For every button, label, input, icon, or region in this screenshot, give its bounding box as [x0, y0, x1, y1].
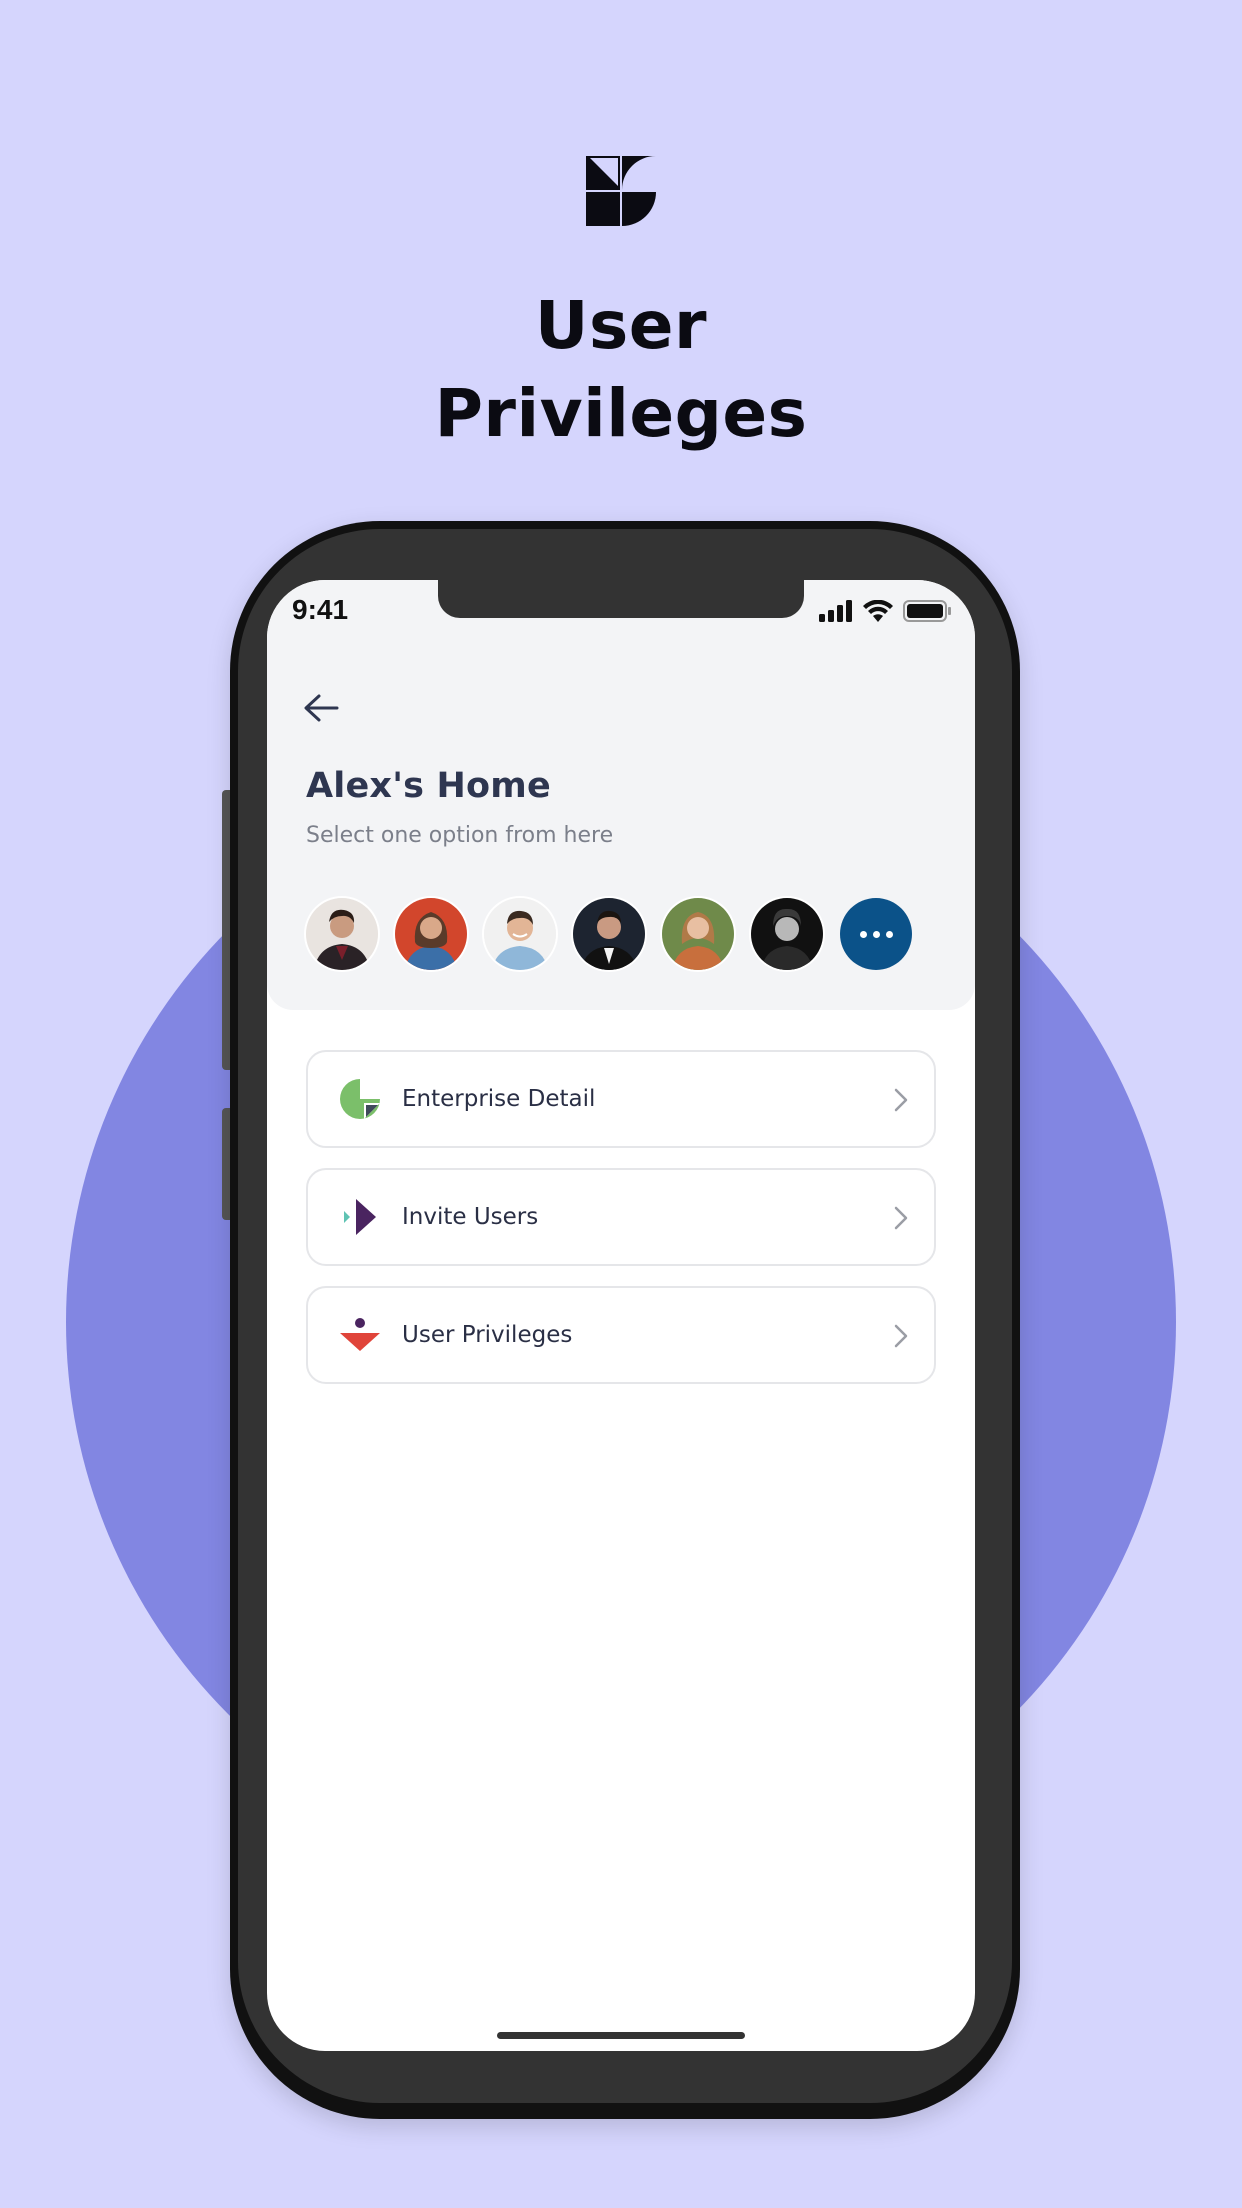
- wifi-icon: [863, 600, 893, 622]
- avatar[interactable]: [573, 898, 645, 970]
- menu-item-label: User Privileges: [402, 1322, 573, 1348]
- dot-icon: [885, 930, 893, 938]
- menu-item-invite-users[interactable]: Invite Users: [306, 1168, 936, 1266]
- options-menu: Enterprise Detail Invite Users User Priv…: [306, 1050, 936, 1404]
- status-icons: [819, 598, 951, 624]
- invite-icon: [344, 1199, 376, 1235]
- phone-screen: 9:41 Alex's Home Select one option from …: [267, 580, 975, 2051]
- arrow-left-icon: [304, 694, 339, 722]
- back-button[interactable]: [301, 688, 341, 728]
- dot-icon: [859, 930, 867, 938]
- app-logo: [586, 156, 656, 226]
- signal-icon: [819, 600, 852, 622]
- page-subtitle: Select one option from here: [306, 823, 614, 848]
- chevron-right-icon: [894, 1206, 908, 1230]
- privileges-icon: [340, 1318, 380, 1351]
- dot-icon: [872, 930, 880, 938]
- status-time: 9:41: [292, 594, 349, 625]
- menu-item-label: Invite Users: [402, 1204, 539, 1230]
- avatar[interactable]: [395, 898, 467, 970]
- avatar[interactable]: [306, 898, 378, 970]
- chevron-right-icon: [894, 1324, 908, 1348]
- menu-item-user-privileges[interactable]: User Privileges: [306, 1286, 936, 1384]
- phone-notch: [438, 580, 804, 618]
- avatar[interactable]: [662, 898, 734, 970]
- chevron-right-icon: [894, 1088, 908, 1112]
- page-headline: User Privileges: [0, 282, 1242, 458]
- headline-line-1: User: [534, 287, 708, 364]
- more-avatars-button[interactable]: [840, 898, 912, 970]
- menu-item-enterprise-detail[interactable]: Enterprise Detail: [306, 1050, 936, 1148]
- battery-icon: [903, 600, 951, 622]
- avatar-list: [306, 898, 912, 970]
- avatar[interactable]: [484, 898, 556, 970]
- avatar[interactable]: [751, 898, 823, 970]
- page-title: Alex's Home: [306, 766, 551, 806]
- enterprise-icon: [340, 1079, 380, 1119]
- header-panel: 9:41 Alex's Home Select one option from …: [267, 580, 975, 1010]
- menu-item-label: Enterprise Detail: [402, 1086, 596, 1112]
- home-indicator[interactable]: [497, 2032, 745, 2039]
- headline-line-2: Privileges: [434, 375, 808, 452]
